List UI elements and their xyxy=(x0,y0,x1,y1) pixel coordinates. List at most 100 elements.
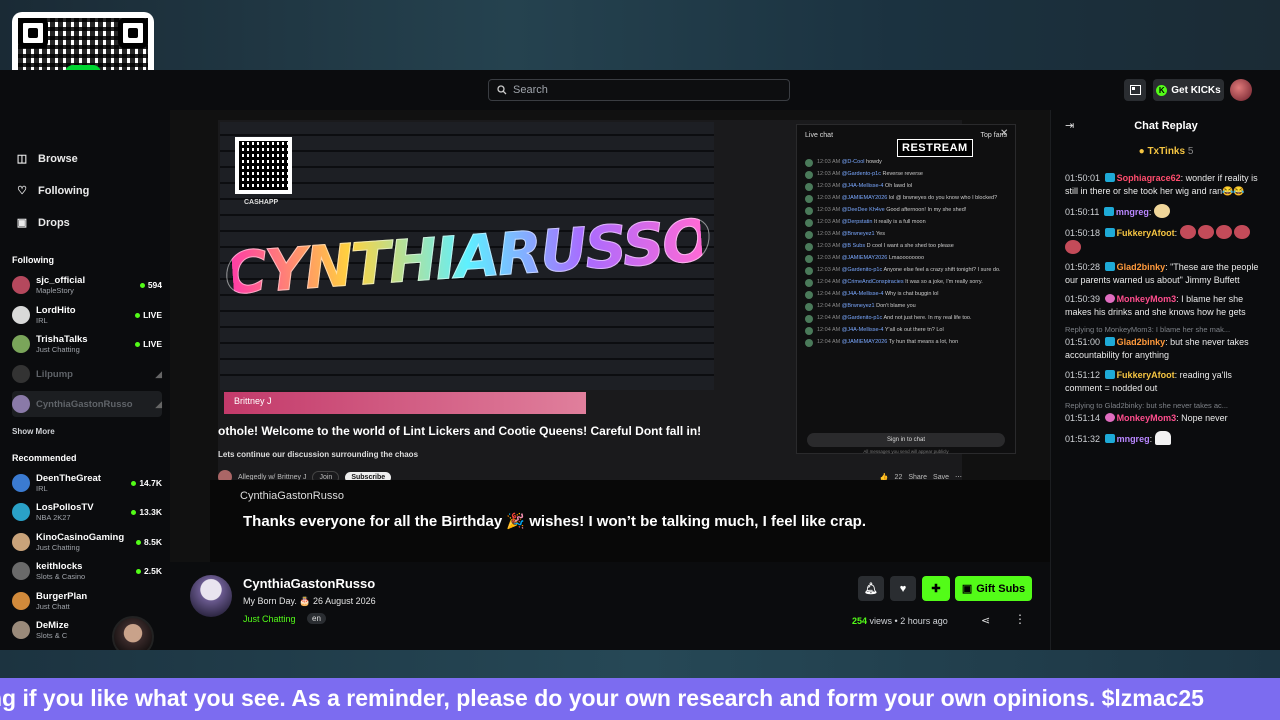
gift-subs-label: Gift Subs xyxy=(976,582,1026,595)
channel-category: Just Chatting xyxy=(36,345,80,354)
pinned-supporter: ● TxTinks 5 xyxy=(1051,146,1280,157)
channel-name: keithlocks xyxy=(36,561,83,572)
caption-bar: CynthiaGastonRusso Thanks everyone for a… xyxy=(210,480,1050,562)
sub-badge-icon xyxy=(1104,433,1115,443)
avatar xyxy=(12,592,30,610)
brick-wall-background: CYNTHIARUSSO CASHAPP xyxy=(220,122,714,390)
avatar xyxy=(12,365,30,383)
follow-button[interactable]: ♥ xyxy=(890,576,916,601)
chat-username[interactable]: Glad2binky xyxy=(1117,337,1166,347)
channel-category: Slots & C xyxy=(36,631,68,640)
recommended-channel-keithlocks[interactable]: keithlocks Slots & Casino 2.5K xyxy=(12,558,162,584)
channel-name: sjc_official xyxy=(36,275,86,286)
gift-button[interactable]: ✚ xyxy=(922,576,950,601)
video-title: Lets continue our discussion surrounding… xyxy=(218,450,419,459)
recommended-section-title: Recommended xyxy=(12,453,77,463)
chat-message: 01:50:01 Sophiagrace62: wonder if realit… xyxy=(1065,173,1258,197)
reply-preview: Replying to MonkeyMom3: I blame her she … xyxy=(1065,325,1231,335)
chat-username[interactable]: MonkeyMom3 xyxy=(1117,413,1177,423)
ghost-emote-icon xyxy=(1154,430,1171,445)
top-banner xyxy=(0,0,1280,70)
recommended-channel-kinocasinogaming[interactable]: KinoCasinoGaming Just Chatting 8.5K xyxy=(12,529,162,555)
following-channel-trishatalks[interactable]: TrishaTalks Just Chatting LIVE xyxy=(12,331,162,357)
search-icon xyxy=(497,85,507,95)
get-kicks-button[interactable]: K Get KICKs xyxy=(1153,79,1224,101)
viewer-count: 14.7K xyxy=(131,478,162,488)
more-options-icon[interactable]: ⋮ xyxy=(1014,612,1026,626)
chat-message: 01:51:14 MonkeyMom3: Nope never xyxy=(1065,412,1228,423)
notification-button[interactable]: 🔔︎ xyxy=(858,576,884,601)
streamer-avatar[interactable] xyxy=(190,575,232,617)
streamer-name[interactable]: CynthiaGastonRusso xyxy=(243,576,375,591)
chat-message: 01:51:32 mngreg: xyxy=(1065,430,1269,446)
following-channel-lordhito[interactable]: LordHito IRL LIVE xyxy=(12,302,162,328)
recommended-channel-demize[interactable]: DeMize Slots & C xyxy=(12,617,112,643)
library-button[interactable] xyxy=(1124,79,1146,101)
recommended-channel-burgerplan[interactable]: BurgerPlan Just Chatt xyxy=(12,588,112,614)
stream-category[interactable]: Just Chatting xyxy=(243,614,296,624)
nav-browse[interactable]: ◫ Browse xyxy=(16,152,78,166)
avatar xyxy=(805,315,813,323)
stream-age: 2 hours ago xyxy=(900,616,948,626)
recommended-channel-deenthegreat[interactable]: DeenTheGreat IRL 14.7K xyxy=(12,470,162,496)
chat-username[interactable]: Sophiagrace62 xyxy=(1117,173,1181,183)
user-avatar[interactable] xyxy=(1230,79,1252,101)
message-timestamp: 01:50:01 xyxy=(1065,173,1101,183)
views-label: views xyxy=(867,616,893,626)
live-dot-icon xyxy=(136,539,142,545)
following-channel-lilpump[interactable]: Lilpump ◢ xyxy=(12,361,162,387)
message-timestamp: 01:51:12 xyxy=(1065,369,1101,380)
live-status: LIVE xyxy=(135,310,162,320)
viewer-count: 594 xyxy=(139,280,162,290)
chat-username[interactable]: MonkeyMom3 xyxy=(1117,294,1177,304)
embedded-chat-message: 12:04 AM @Brwneyez1 Don't blame you xyxy=(805,303,1007,311)
avatar xyxy=(12,395,30,413)
avatar xyxy=(805,327,813,335)
pinned-name: TxTinks xyxy=(1147,146,1186,157)
following-channel-cynthiagastonrusso[interactable]: CynthiaGastonRusso ◢ xyxy=(12,391,162,417)
smile-emote-icon xyxy=(1153,204,1170,219)
channel-category: IRL xyxy=(36,316,48,325)
recommended-channel-lospollostv[interactable]: LosPollosTV NBA 2K27 13.3K xyxy=(12,499,162,525)
message-text: Nope never xyxy=(1181,412,1228,423)
message-timestamp: 01:50:18 xyxy=(1065,228,1101,239)
chat-username[interactable]: Glad2binky xyxy=(1117,262,1166,272)
message-timestamp: 01:50:28 xyxy=(1065,262,1101,273)
channel-name: DeMize xyxy=(36,620,69,631)
gift-icon: ▣ xyxy=(961,583,973,595)
embedded-chat-message: 12:03 AM @JAMIEMAY2026 lol @ brwneyes do… xyxy=(805,195,1007,203)
avatar xyxy=(805,195,813,203)
live-dot-icon xyxy=(135,312,141,318)
chat-username[interactable]: FukkeryAfoot xyxy=(1117,228,1175,238)
embedded-chat-message: 12:03 AM @Gardenito-p1c Anyone else feel… xyxy=(805,267,1007,275)
chat-message: 01:50:11 mngreg: xyxy=(1065,204,1269,219)
nav-browse-label: Browse xyxy=(38,152,78,165)
channel-category: Just Chatting xyxy=(36,543,80,552)
gift-subs-button[interactable]: ▣ Gift Subs xyxy=(955,576,1032,601)
sub-badge-icon xyxy=(1104,173,1115,182)
message-timestamp: 01:51:00 xyxy=(1065,337,1101,348)
avatar xyxy=(805,255,813,263)
avatar xyxy=(12,562,30,580)
embedded-chat-footer: All messages you send will appear public… xyxy=(863,449,949,454)
chat-username[interactable]: FukkeryAfoot xyxy=(1117,370,1175,380)
chat-message: 01:50:18 FukkeryAfoot: xyxy=(1065,225,1269,255)
share-icon[interactable]: ⋖ xyxy=(981,614,990,627)
following-channel-sjc-official[interactable]: sjc_official MapleStory 594 xyxy=(12,272,162,298)
library-icon xyxy=(1129,85,1141,95)
face-emote-icon xyxy=(1215,225,1232,240)
sub-badge-icon xyxy=(1104,228,1115,238)
chat-messages: 01:50:01 Sophiagrace62: wonder if realit… xyxy=(1065,172,1269,452)
language-badge: en xyxy=(307,613,326,624)
search-input[interactable]: Search xyxy=(488,79,790,101)
sub-badge-icon xyxy=(1104,294,1115,304)
sub-badge-icon xyxy=(1104,412,1115,422)
chat-username[interactable]: mngreg xyxy=(1117,434,1150,444)
caption-author: CynthiaGastonRusso xyxy=(240,490,344,502)
avatar xyxy=(805,243,813,251)
chat-username[interactable]: mngreg xyxy=(1116,207,1149,217)
show-more-link[interactable]: Show More xyxy=(12,427,55,436)
embedded-chat-message: 12:03 AM @J4A-Mellisse-4 Oh lawd lol xyxy=(805,183,1007,191)
nav-following[interactable]: ♡ Following xyxy=(16,184,89,198)
nav-drops[interactable]: ▣ Drops xyxy=(16,216,70,230)
